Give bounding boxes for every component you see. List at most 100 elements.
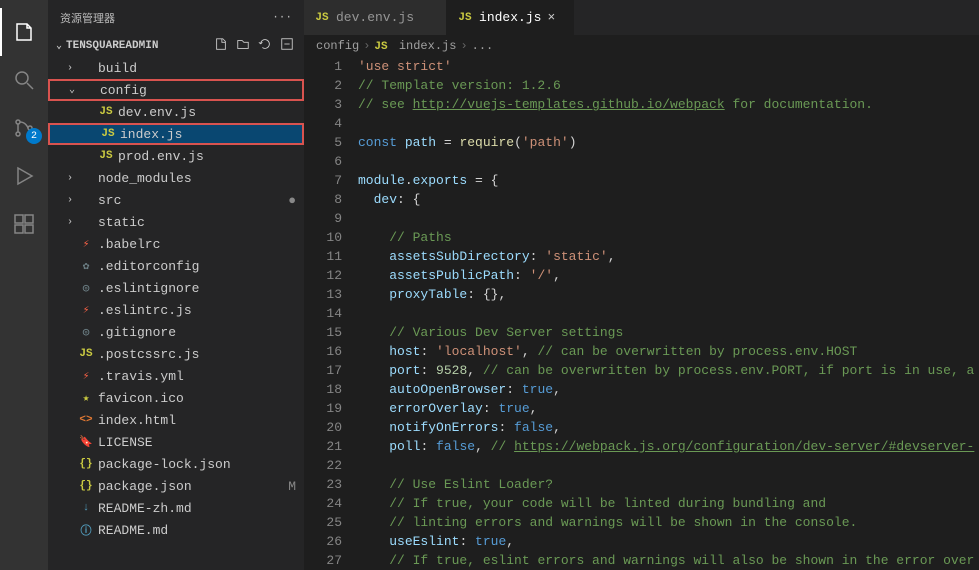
file-icon: ⚡ (78, 236, 94, 252)
file-icon (78, 60, 94, 76)
file-icon: ↓ (78, 500, 94, 516)
main-area: JSdev.env.jsJSindex.js× config›JS index.… (304, 0, 979, 570)
tree-item-label: package-lock.json (98, 457, 304, 472)
activity-search-icon[interactable] (0, 56, 48, 104)
tab-label: index.js (479, 10, 541, 25)
line-gutter: 1234567891011121314151617181920212223242… (304, 57, 358, 570)
tree-item-label: index.js (120, 127, 302, 142)
tree-item[interactable]: › node_modules (48, 167, 304, 189)
file-icon: JS (314, 10, 330, 26)
tree-item-label: .babelrc (98, 237, 304, 252)
code-content[interactable]: 'use strict'// Template version: 1.2.6//… (358, 57, 979, 570)
tree-item-label: README.md (98, 523, 304, 538)
tree-item-label: .travis.yml (98, 369, 304, 384)
tree-item-label: .eslintignore (98, 281, 304, 296)
chevron-icon: › (62, 173, 78, 184)
file-tree: ›build⌄configJSdev.env.jsJSindex.jsJSpro… (48, 57, 304, 570)
editor[interactable]: 1234567891011121314151617181920212223242… (304, 57, 979, 570)
activity-extensions-icon[interactable] (0, 200, 48, 248)
tree-item[interactable]: {}package-lock.json (48, 453, 304, 475)
breadcrumb-item[interactable]: ... (472, 39, 494, 53)
tree-item[interactable]: JSdev.env.js (48, 101, 304, 123)
file-icon: {} (78, 478, 94, 494)
tree-item-label: config (100, 83, 302, 98)
tree-item-label: build (98, 61, 304, 76)
chevron-icon: › (62, 195, 78, 206)
tree-item[interactable]: ⌄ config (48, 79, 304, 101)
chevron-icon: › (62, 63, 78, 74)
tree-item-label: .editorconfig (98, 259, 304, 274)
chevron-icon: ⌄ (64, 84, 80, 96)
tree-item[interactable]: ⓘREADME.md (48, 519, 304, 541)
tree-item[interactable]: › build (48, 57, 304, 79)
activity-source-control-icon[interactable]: 2 (0, 104, 48, 152)
collapse-icon[interactable] (280, 37, 294, 55)
file-icon: ⚡ (78, 368, 94, 384)
sidebar-title: 资源管理器 (60, 10, 115, 26)
tree-item-label: index.html (98, 413, 304, 428)
file-icon: JS (98, 148, 114, 164)
activity-explorer-icon[interactable] (0, 8, 48, 56)
file-icon (78, 214, 94, 230)
file-icon: ✿ (78, 258, 94, 274)
tree-item[interactable]: ◎ .gitignore (48, 321, 304, 343)
breadcrumb[interactable]: config›JS index.js›... (304, 35, 979, 57)
chevron-icon: › (62, 217, 78, 228)
close-icon[interactable]: × (547, 10, 563, 25)
sidebar: 资源管理器 ··· ⌄ TENSQUAREADMIN › build ⌄ config… (48, 0, 304, 570)
new-folder-icon[interactable] (236, 37, 250, 55)
tree-item-label: .eslintrc.js (98, 303, 304, 318)
file-icon: JS (78, 346, 94, 362)
activity-bar: 2 (0, 0, 48, 570)
tree-item[interactable]: 🔖 LICENSE (48, 431, 304, 453)
tree-item[interactable]: JS .postcssrc.js (48, 343, 304, 365)
tree-item[interactable]: › src● (48, 189, 304, 211)
tree-item[interactable]: ⚡ .eslintrc.js (48, 299, 304, 321)
activity-debug-icon[interactable] (0, 152, 48, 200)
file-icon: ◎ (78, 324, 94, 340)
project-name: TENSQUAREADMIN (66, 40, 158, 52)
tree-item[interactable]: ✿ .editorconfig (48, 255, 304, 277)
tree-item-label: node_modules (98, 171, 304, 186)
new-file-icon[interactable] (214, 37, 228, 55)
tree-item-label: .gitignore (98, 325, 304, 340)
file-icon: JS (100, 126, 116, 142)
tree-item-label: LICENSE (98, 435, 304, 450)
file-icon: ★ (78, 390, 94, 406)
modified-badge: ● (288, 193, 296, 208)
file-icon (78, 192, 94, 208)
tab-bar: JSdev.env.jsJSindex.js× (304, 0, 979, 35)
breadcrumb-item[interactable]: config (316, 39, 359, 53)
tree-item[interactable]: <> index.html (48, 409, 304, 431)
tree-item[interactable]: {} package.jsonM (48, 475, 304, 497)
file-icon: ◎ (78, 280, 94, 296)
tree-item[interactable]: › static (48, 211, 304, 233)
tree-item[interactable]: JS index.js (48, 123, 304, 145)
tree-item-label: static (98, 215, 304, 230)
tree-item[interactable]: JS prod.env.js (48, 145, 304, 167)
tree-item[interactable]: ◎ .eslintignore (48, 277, 304, 299)
sidebar-header: 资源管理器 ··· (48, 0, 304, 35)
tab[interactable]: JS index.js × (447, 0, 574, 35)
refresh-icon[interactable] (258, 37, 272, 55)
file-icon: JS (457, 10, 473, 26)
file-icon: 🔖 (78, 434, 94, 450)
tree-item[interactable]: ↓README-zh.md (48, 497, 304, 519)
breadcrumb-item[interactable]: JS index.js (374, 39, 456, 53)
tree-item[interactable]: ⚡ .travis.yml (48, 365, 304, 387)
source-control-badge: 2 (26, 128, 42, 144)
sidebar-more-icon[interactable]: ··· (272, 12, 292, 24)
project-header[interactable]: ⌄ TENSQUAREADMIN (48, 35, 304, 57)
modified-badge: M (288, 479, 296, 494)
file-icon: <> (78, 412, 94, 428)
file-icon (80, 82, 96, 98)
tree-item-label: .postcssrc.js (98, 347, 304, 362)
file-icon: ⚡ (78, 302, 94, 318)
tree-item[interactable]: ⚡ .babelrc (48, 233, 304, 255)
tab[interactable]: JSdev.env.js (304, 0, 447, 35)
tree-item-label: package.json (98, 479, 288, 494)
tree-item[interactable]: ★ favicon.ico (48, 387, 304, 409)
tree-item-label: prod.env.js (118, 149, 304, 164)
tree-item-label: src (98, 193, 288, 208)
tree-item-label: favicon.ico (98, 391, 304, 406)
